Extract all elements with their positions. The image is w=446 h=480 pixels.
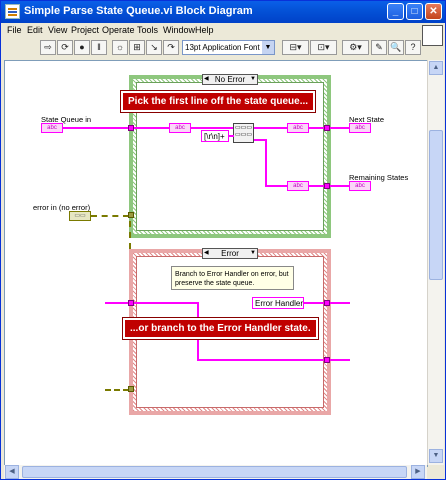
case-selector-no-error[interactable]: ◀ No Error ▼ — [202, 74, 258, 85]
case-selector-label: Error — [221, 249, 239, 258]
vertical-scrollbar[interactable]: ▲ ▼ — [427, 60, 444, 465]
font-selector-value: 13pt Application Font — [185, 43, 260, 52]
search-icon[interactable]: 🔍 — [388, 40, 404, 55]
error-wire[interactable] — [129, 221, 131, 249]
resize-grip-icon[interactable] — [429, 466, 443, 479]
error-in-terminal[interactable]: ▭▭ — [69, 211, 91, 221]
horizontal-scroll-thumb[interactable] — [22, 466, 407, 478]
chevron-left-icon: ◀ — [204, 76, 209, 82]
string-wire[interactable] — [63, 127, 131, 129]
error-wire[interactable] — [91, 215, 129, 217]
labview-window: Simple Parse State Queue.vi Block Diagra… — [0, 0, 446, 480]
context-help-icon[interactable]: ? — [405, 40, 421, 55]
regex-constant[interactable]: [\r\n]+ — [201, 130, 229, 142]
menu-bar: File Edit View Project Operate Tools Win… — [1, 23, 445, 39]
scroll-down-icon[interactable]: ▼ — [429, 449, 443, 463]
pause-icon[interactable]: ‖ — [91, 40, 107, 55]
font-selector[interactable]: 13pt Application Font ▼ — [182, 40, 275, 55]
case-selector-error[interactable]: ◀ Error ▼ — [202, 248, 258, 259]
annotation-banner-bottom: ...or branch to the Error Handler state. — [123, 318, 318, 339]
string-wire[interactable] — [134, 302, 198, 304]
align-objects-icon[interactable]: ⊟▾ — [282, 40, 309, 55]
chevron-down-icon: ▼ — [250, 76, 256, 82]
step-into-icon[interactable]: ↘ — [146, 40, 162, 55]
string-wire[interactable] — [191, 127, 233, 129]
highlight-execution-icon[interactable]: ☼ — [112, 40, 128, 55]
string-wire[interactable] — [330, 185, 350, 187]
block-diagram-icon — [5, 4, 20, 19]
window-title: Simple Parse State Queue.vi Block Diagra… — [24, 5, 253, 17]
step-over-icon[interactable]: ↷ — [163, 40, 179, 55]
retain-wire-values-icon[interactable]: ⊞ — [129, 40, 145, 55]
chevron-down-icon: ▼ — [262, 41, 274, 54]
string-wire[interactable] — [197, 359, 326, 361]
case-selector-terminal — [128, 212, 134, 218]
clean-up-diagram-icon[interactable]: ✎ — [371, 40, 387, 55]
string-wire[interactable] — [330, 127, 350, 129]
maximize-button[interactable]: □ — [406, 3, 423, 20]
toolbar: ⇨ ⟳ ● ‖ ☼ ⊞ ↘ ↷ 13pt Application Font ▼ … — [1, 39, 445, 58]
chevron-left-icon: ◀ — [204, 250, 209, 256]
chevron-down-icon: ▼ — [250, 250, 256, 256]
horizontal-scrollbar[interactable]: ◀ ▶ — [4, 465, 427, 479]
scroll-up-icon[interactable]: ▲ — [429, 61, 443, 75]
diagram-comment: Branch to Error Handler on error, but pr… — [171, 266, 294, 290]
scroll-right-icon[interactable]: ▶ — [411, 465, 425, 479]
string-wire[interactable] — [330, 359, 350, 361]
string-wire[interactable] — [229, 135, 234, 137]
annotation-banner-top: Pick the first line off the state queue.… — [121, 91, 316, 112]
string-wire[interactable] — [330, 302, 350, 304]
scroll-left-icon[interactable]: ◀ — [5, 465, 19, 479]
title-bar[interactable]: Simple Parse State Queue.vi Block Diagra… — [1, 1, 445, 23]
remaining-states-terminal[interactable]: abc — [349, 181, 371, 191]
connector-pane-icon[interactable] — [422, 25, 443, 46]
vertical-scroll-thumb[interactable] — [429, 130, 443, 280]
run-continuous-icon[interactable]: ⟳ — [57, 40, 73, 55]
reorder-icon[interactable]: ⚙▾ — [342, 40, 369, 55]
run-arrow-icon[interactable]: ⇨ — [40, 40, 56, 55]
close-button[interactable]: ✕ — [425, 3, 442, 20]
menu-view[interactable]: View — [48, 25, 67, 35]
case-selector-label: No Error — [214, 75, 246, 84]
distribute-objects-icon[interactable]: ⊡▾ — [310, 40, 337, 55]
menu-operate[interactable]: Operate — [102, 25, 135, 35]
menu-window[interactable]: Window — [163, 25, 195, 35]
minimize-button[interactable]: _ — [387, 3, 404, 20]
string-node[interactable]: abc — [287, 123, 309, 133]
menu-project[interactable]: Project — [71, 25, 99, 35]
string-wire[interactable] — [265, 139, 267, 186]
error-wire[interactable] — [105, 389, 129, 391]
case-selector-terminal — [128, 386, 134, 392]
menu-file[interactable]: File — [7, 25, 22, 35]
string-wire[interactable] — [254, 127, 288, 129]
block-diagram-canvas[interactable]: ◀ No Error ▼ Pick the first line off the… — [4, 60, 428, 467]
string-wire[interactable] — [134, 127, 170, 129]
state-queue-in-terminal[interactable]: abc — [41, 123, 63, 133]
match-pattern-function[interactable]: ▭▭▭ ▭▭▭ — [233, 123, 254, 143]
string-node[interactable]: abc — [169, 123, 191, 133]
error-handler-constant[interactable]: Error Handler — [252, 297, 304, 309]
menu-tools[interactable]: Tools — [137, 25, 158, 35]
string-node[interactable]: abc — [287, 181, 309, 191]
abort-icon[interactable]: ● — [74, 40, 90, 55]
menu-help[interactable]: Help — [195, 25, 214, 35]
string-wire[interactable] — [265, 185, 288, 187]
string-wire[interactable] — [304, 302, 326, 304]
next-state-terminal[interactable]: abc — [349, 123, 371, 133]
menu-edit[interactable]: Edit — [27, 25, 43, 35]
